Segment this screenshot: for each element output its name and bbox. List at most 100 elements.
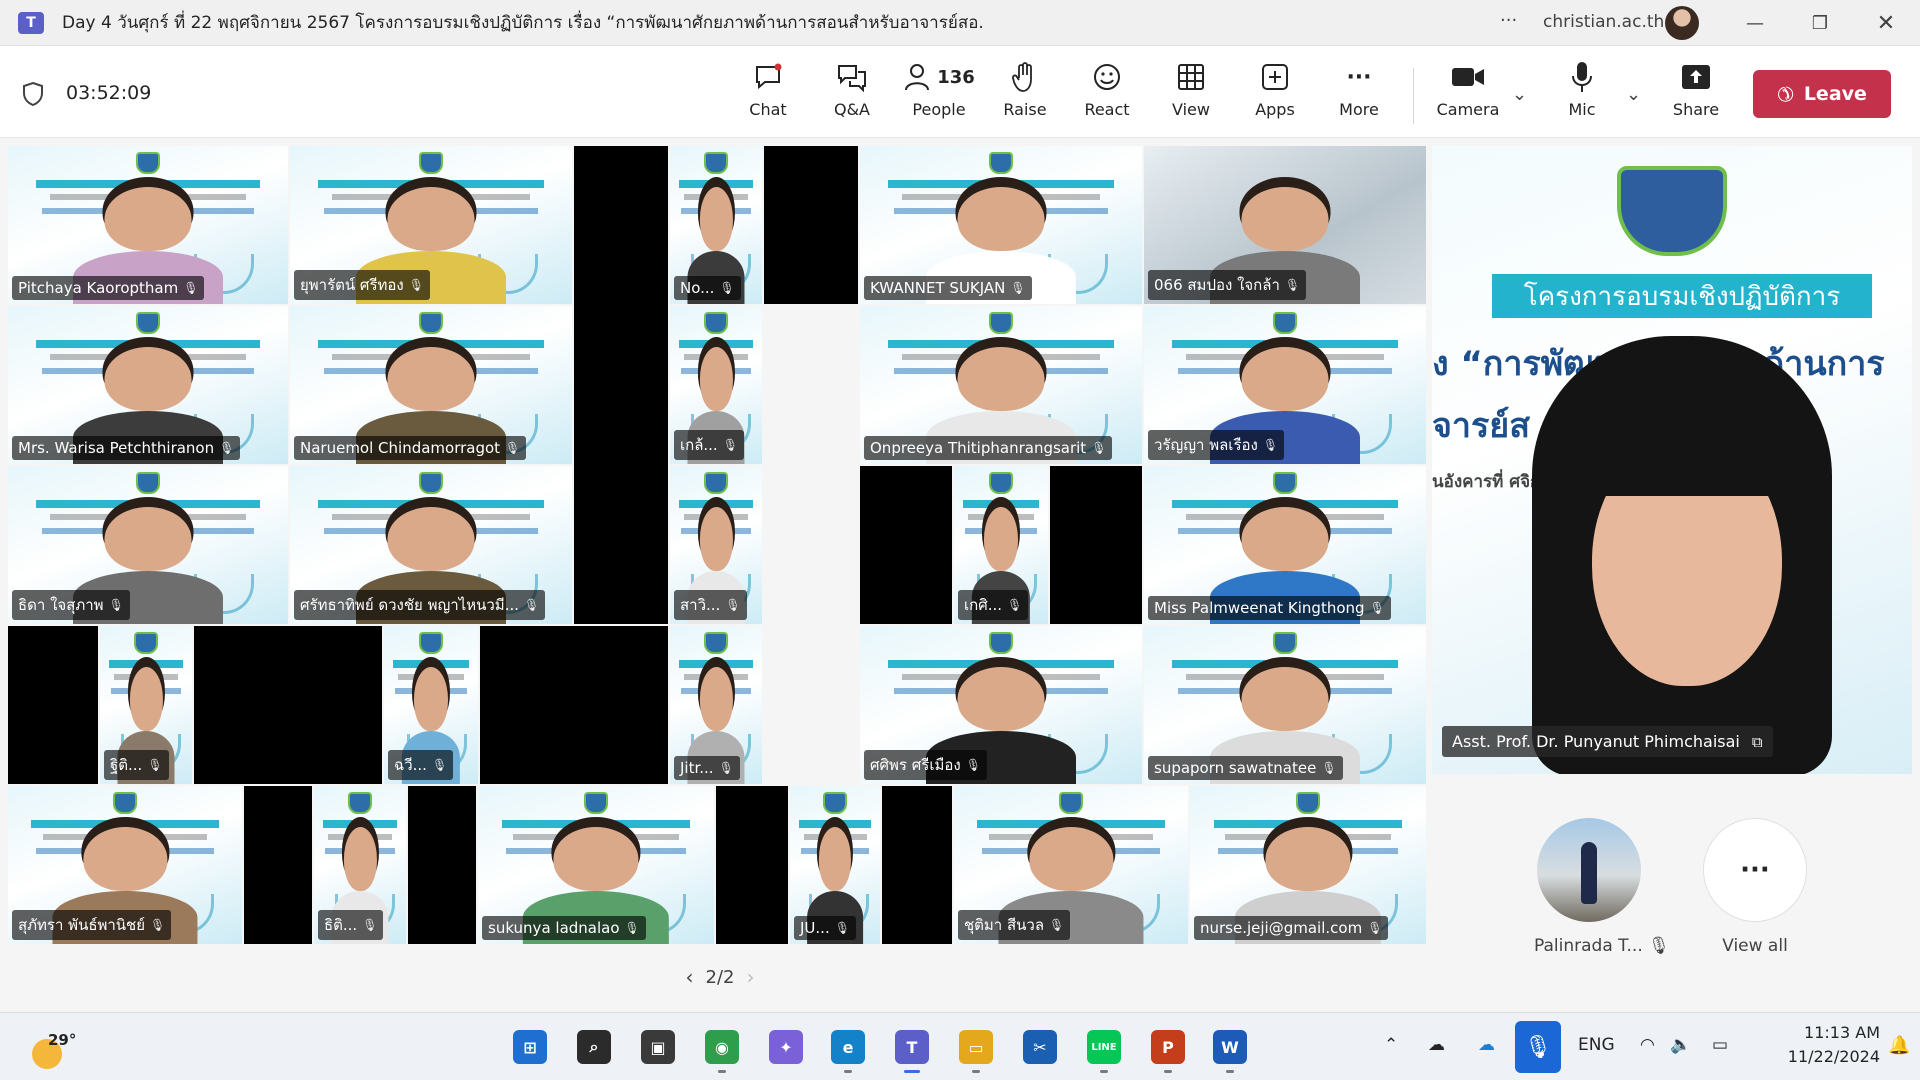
participant-tile[interactable]: ♥วรัญญา พลเรือง🎙 [1144,306,1426,464]
crest-icon [989,632,1013,654]
qa-button[interactable]: Q&A [826,58,878,128]
taskbar-file-explorer-icon[interactable]: ▭ [954,1025,998,1073]
video-off-tile [1050,466,1142,624]
taskbar-word-icon[interactable]: W [1208,1025,1252,1073]
camera-button[interactable]: Camera [1437,58,1499,128]
view-all-button[interactable]: ··· View all [1700,818,1810,956]
crest-icon [1059,792,1083,814]
participant-tile[interactable]: ♥JU...🎙 [790,786,880,944]
crest-icon [136,152,160,174]
participant-palinrada[interactable]: Palinrada T... 🎙 [1534,818,1670,956]
participant-tile[interactable]: ♥KWANNET SUKJAN🎙 [860,146,1142,304]
volume-icon[interactable]: 🔈 [1670,1035,1691,1055]
microphone-icon [1570,58,1594,96]
participant-tile[interactable]: ♥Mrs. Warisa Petchthiranon🎙 [8,306,288,464]
battery-icon[interactable]: ▭ [1712,1035,1728,1055]
participant-tile[interactable]: ♥supaporn sawatnatee🎙 [1144,626,1426,784]
taskbar-snipping-tool-icon[interactable]: ✂ [1018,1025,1062,1069]
account-name[interactable]: christian.ac.th [1543,12,1664,32]
taskbar-edge-icon[interactable]: e [826,1025,870,1073]
taskbar-windows-start-icon[interactable]: ⊞ [508,1025,552,1069]
language-indicator[interactable]: ENG [1578,1035,1615,1055]
participant-tile[interactable]: ♥ศศิพร ศรีเมือง🎙 [860,626,1142,784]
mic-muted-icon: 🎙 [150,918,166,932]
mic-muted-icon: 🎙 [431,758,448,772]
mic-button[interactable]: Mic [1562,58,1602,128]
crest-icon [704,472,728,494]
onedrive-business-icon[interactable]: ☁ [1478,1035,1495,1055]
notifications-icon[interactable]: 🔔 [1888,1035,1910,1056]
microphone-in-use-icon[interactable]: 🎙 [1515,1021,1561,1073]
account-avatar[interactable] [1665,6,1699,40]
chat-icon [753,58,783,96]
system-clock[interactable]: 11:13 AM 11/22/2024 [1764,1021,1880,1069]
raise-hand-button[interactable]: Raise [1000,58,1050,128]
participant-tile[interactable]: ♥เกศิ...🎙 [954,466,1048,624]
weather-widget[interactable]: 29° [28,1025,108,1069]
participant-tile[interactable]: ♥ธิดา ใจสุภาพ🎙 [8,466,288,624]
participant-tile[interactable]: ♥ธิติ...🎙 [314,786,406,944]
taskbar-line-icon[interactable]: LINE [1082,1025,1126,1073]
wifi-icon[interactable]: ◠ [1640,1035,1655,1055]
title-more-icon[interactable]: ··· [1500,10,1517,31]
mic-options-chevron-icon[interactable]: ⌄ [1626,84,1641,105]
mic-muted-icon: 🎙 [1007,598,1023,612]
participant-tile[interactable]: ♥Pitchaya Kaoroptham🎙 [8,146,288,304]
taskbar-task-view-icon[interactable]: ▣ [636,1025,680,1069]
show-hidden-icons-chevron-icon[interactable]: ⌃ [1384,1035,1398,1055]
view-button[interactable]: View [1166,58,1216,128]
shield-icon[interactable] [22,81,44,107]
react-button[interactable]: React [1082,58,1132,128]
participant-tile[interactable]: ♥ชุติมา สีนวล🎙 [954,786,1188,944]
pinned-icon[interactable]: ⧉ [1752,733,1763,751]
mic-muted-icon: 🎙 [1648,936,1670,956]
crest-icon [823,792,847,814]
participant-tile[interactable]: ♥Jitr...🎙 [670,626,762,784]
taskbar-chrome-icon[interactable]: ◉ [700,1025,744,1073]
apps-button[interactable]: Apps [1250,58,1300,128]
more-button[interactable]: ··· More [1334,58,1384,128]
maximize-button[interactable]: ❐ [1800,8,1840,38]
mic-muted-icon: 🎙 [1321,761,1337,775]
participant-tile[interactable]: ♥No...🎙 [670,146,762,304]
spotlight-name-label: Asst. Prof. Dr. Punyanut Phimchaisai ⧉ [1442,726,1773,757]
participant-tile[interactable]: ♥Naruemol Chindamorragot🎙 [290,306,572,464]
speaker-video [1532,336,1832,774]
participant-tile[interactable]: ♥sukunya ladnalao🎙 [478,786,714,944]
chat-button[interactable]: Chat [742,58,794,128]
participant-tile[interactable]: 066 สมปอง ใจกล้า 🎙 [1144,146,1426,304]
participant-tile[interactable]: ♥สาวิ...🎙 [670,466,762,624]
taskbar-powerpoint-icon[interactable]: P [1146,1025,1190,1073]
video-off-tile [764,146,858,304]
participant-tile[interactable]: ♥Miss Palmweenat Kingthong🎙 [1144,466,1426,624]
spotlight-video[interactable]: โครงการอบรมเชิงปฏิบัติการ ง “การพัฒนาศัก… [1432,146,1912,774]
participant-tile[interactable]: ♥เกล้...🎙 [670,306,762,464]
smiley-icon [1092,58,1122,96]
plus-square-icon [1261,58,1289,96]
participant-tile[interactable]: ♥ยุพารัตน์ ศรีทอง🎙 [290,146,572,304]
video-off-tile [8,626,98,784]
video-off-tile [574,146,668,624]
participant-tile[interactable]: ♥ฉวี...🎙 [384,626,478,784]
onedrive-personal-icon[interactable]: ☁ [1428,1035,1445,1055]
share-button[interactable]: Share [1670,58,1722,128]
people-count: 136 [937,66,975,88]
leave-button[interactable]: ✆ Leave [1753,70,1891,118]
pager-prev-icon[interactable]: ‹ [686,965,694,989]
minimize-button[interactable]: — [1735,8,1775,38]
participant-tile[interactable]: ♥สุภัทรา พันธ์พานิชย์🎙 [8,786,242,944]
participant-tile[interactable]: ♥Onpreeya Thitiphanrangsarit🎙 [860,306,1142,464]
taskbar-copilot-icon[interactable]: ✦ [764,1025,808,1069]
pager-next-icon[interactable]: › [746,965,754,989]
participant-name-label: ยุพารัตน์ ศรีทอง 🎙 [294,270,430,300]
participant-tile[interactable]: ♥nurse.jeji@gmail.com🎙 [1190,786,1426,944]
close-button[interactable]: ✕ [1866,8,1906,38]
taskbar-search-icon[interactable]: ⌕ [572,1025,616,1069]
hand-icon [1011,58,1039,96]
people-button[interactable]: 136 People [902,58,976,128]
participant-tile[interactable]: ♥ศรัทธาทิพย์ ดวงชัย พญาไหนวมี...🎙 [290,466,572,624]
participant-tile[interactable]: ♥ฐิติ...🎙 [100,626,192,784]
taskbar-teams-icon[interactable]: T [890,1025,934,1073]
camera-options-chevron-icon[interactable]: ⌄ [1512,84,1527,105]
participant-name-label: Naruemol Chindamorragot 🎙 [294,436,527,460]
